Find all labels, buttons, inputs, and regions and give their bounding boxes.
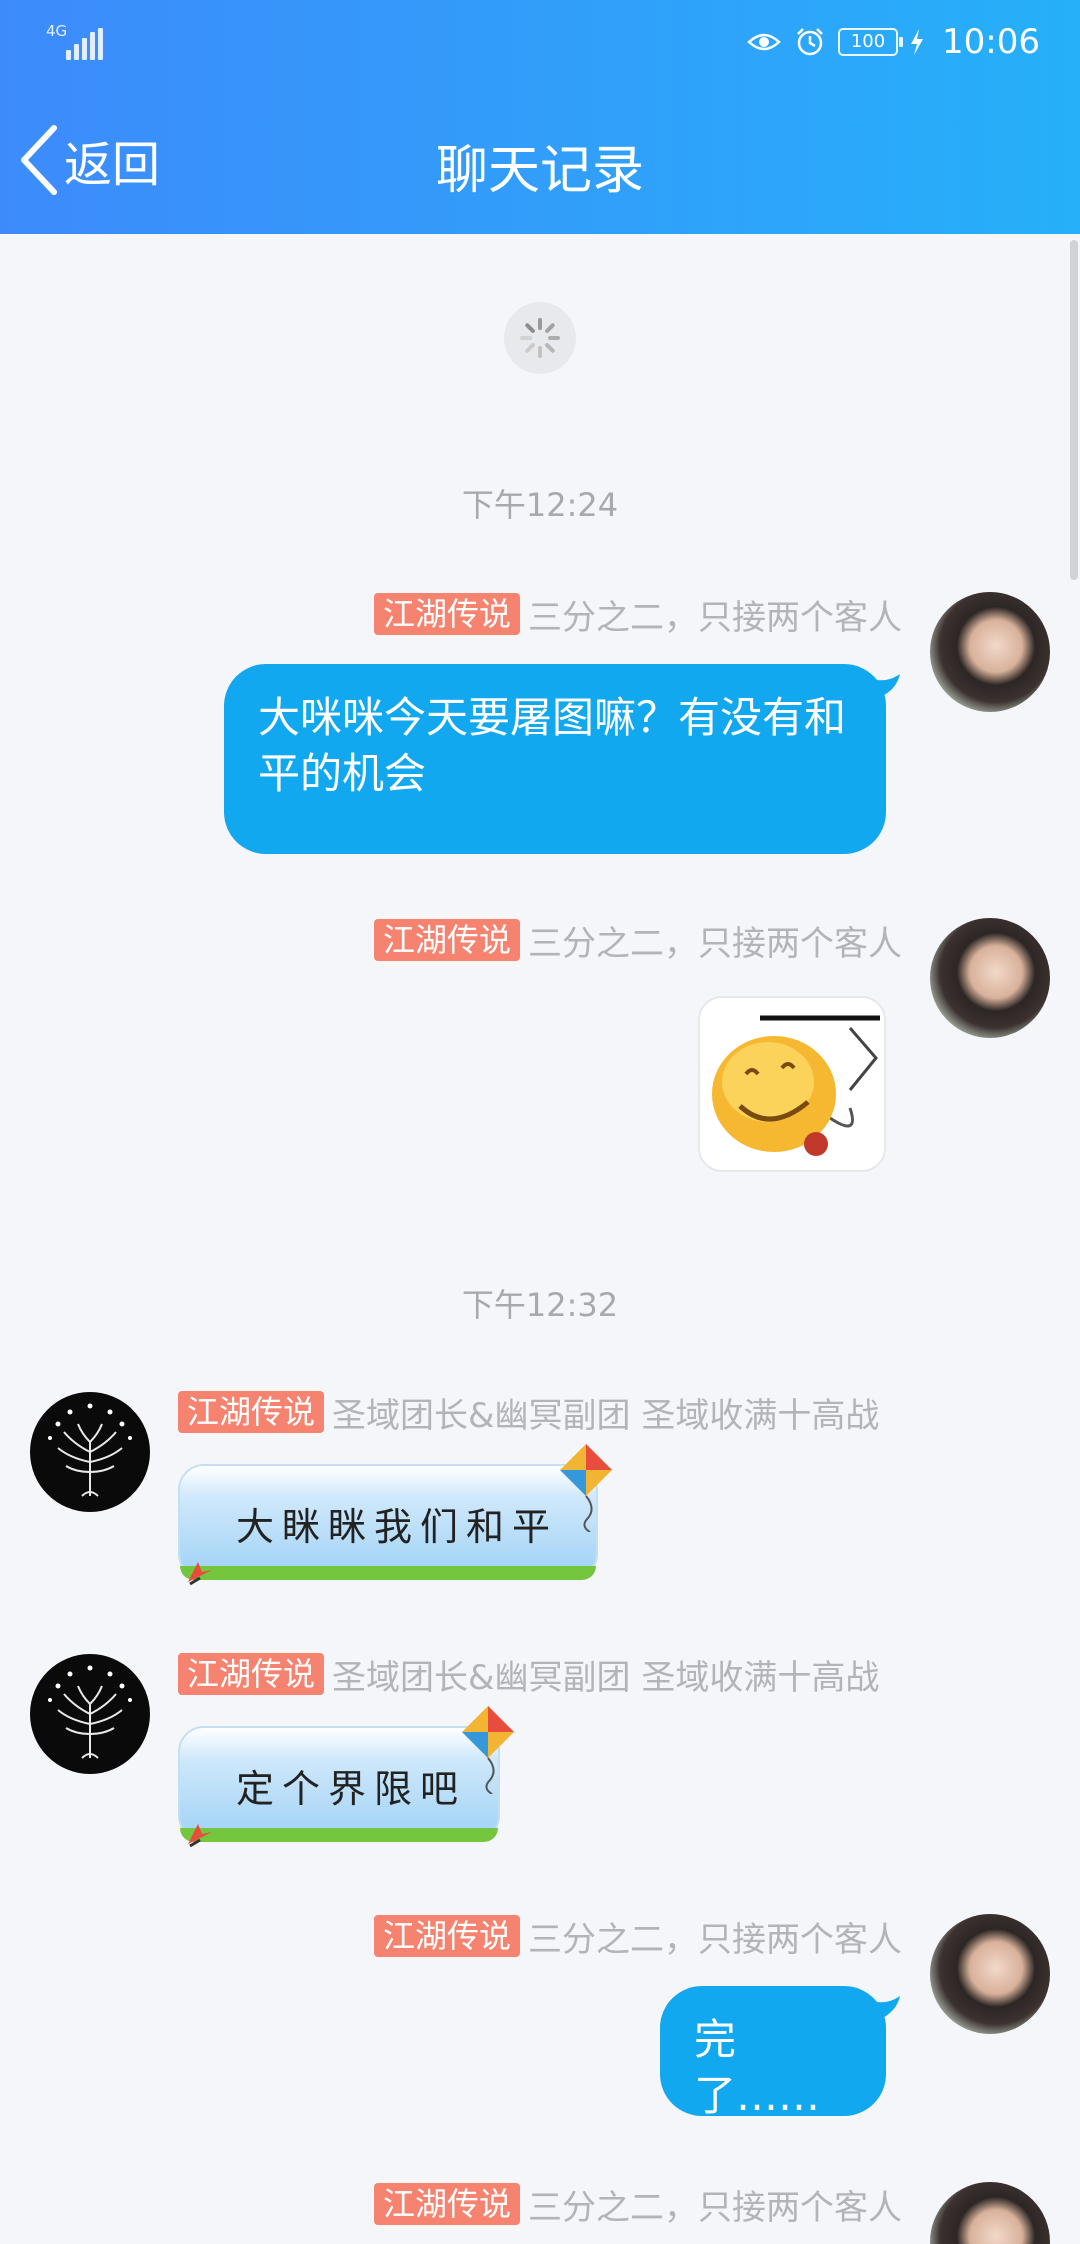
kite-icon (560, 1444, 612, 1532)
header-bar: 4G 100 10:06 返回 聊天记录 (0, 0, 1080, 234)
member-tag: 江湖传说 (178, 1653, 325, 1695)
bubble-tail (868, 1996, 900, 2022)
message-bubble[interactable]: 大眯眯我们和平 (178, 1444, 612, 1586)
status-right: 100 10:06 (746, 20, 1040, 64)
sender-name: 三分之二，只接两个客人 (528, 597, 902, 638)
loading-spinner-icon (504, 302, 576, 374)
member-tag: 江湖传说 (373, 1915, 520, 1957)
message-text: 定个界限吧 (236, 1767, 467, 1811)
alarm-icon (792, 24, 828, 60)
sender-name: 三分之二，只接两个客人 (528, 2187, 902, 2228)
bubble-grass-decoration (180, 1828, 498, 1842)
message-text: 完了…… (694, 2015, 821, 2120)
sender-meta: 江湖传说 圣域团长&幽冥副团 圣域收满十高战 (178, 1652, 880, 1698)
eye-comfort-icon (746, 24, 782, 60)
message-text: 大咪咪今天要屠图嘛？有没有和平的机会 (258, 693, 847, 798)
status-time: 10:06 (942, 22, 1040, 62)
battery-indicator: 100 (838, 28, 904, 56)
bubble-tail (868, 674, 900, 700)
sender-meta: 江湖传说 圣域团长&幽冥副团 圣域收满十高战 (178, 1390, 880, 1436)
scrollbar[interactable] (1070, 240, 1078, 580)
message-timestamp: 下午12:24 (461, 486, 619, 524)
member-tag: 江湖传说 (373, 593, 520, 635)
network-label: 4G (46, 22, 68, 40)
sender-meta: 江湖传说 三分之二，只接两个客人 (373, 918, 902, 964)
message-timestamp: 下午12:32 (461, 1286, 619, 1324)
sender-meta: 江湖传说 三分之二，只接两个客人 (373, 592, 902, 638)
avatar[interactable] (930, 592, 1050, 712)
avatar[interactable] (30, 1654, 150, 1774)
ribbon-icon (188, 1562, 212, 1586)
message-bubble[interactable]: 完了…… (660, 1986, 900, 2120)
white-tree-icon (48, 1665, 132, 1759)
message-bubble[interactable]: 定个界限吧 (178, 1706, 514, 1848)
member-tag: 江湖传说 (373, 2183, 520, 2225)
avatar[interactable] (930, 918, 1050, 1038)
message-text: 大眯眯我们和平 (236, 1505, 559, 1549)
sender-name: 三分之二，只接两个客人 (528, 923, 902, 964)
sender-name: 三分之二，只接两个客人 (528, 1919, 902, 1960)
sender-meta: 江湖传说 三分之二，只接两个客人 (373, 1914, 902, 1960)
member-tag: 江湖传说 (178, 1391, 325, 1433)
avatar[interactable] (930, 1914, 1050, 2034)
white-tree-icon (48, 1403, 132, 1497)
signal-icon (66, 28, 104, 60)
sender-name: 圣域团长&幽冥副团 圣域收满十高战 (332, 1395, 880, 1436)
charging-icon (908, 24, 926, 60)
kite-icon (462, 1706, 514, 1794)
smiley-sticker-icon (712, 1015, 880, 1156)
message-bubble[interactable]: 大咪咪今天要屠图嘛？有没有和平的机会 (224, 664, 900, 854)
member-tag: 江湖传说 (373, 919, 520, 961)
avatar[interactable] (930, 2182, 1050, 2244)
avatar[interactable] (30, 1392, 150, 1512)
sender-meta: 江湖传说 三分之二，只接两个客人 (373, 2182, 902, 2228)
page-title: 聊天记录 (435, 141, 644, 201)
bubble-grass-decoration (180, 1566, 596, 1580)
ribbon-icon (188, 1824, 212, 1848)
sender-name: 圣域团长&幽冥副团 圣域收满十高战 (332, 1657, 880, 1698)
smiley-sticker[interactable] (698, 996, 886, 1172)
